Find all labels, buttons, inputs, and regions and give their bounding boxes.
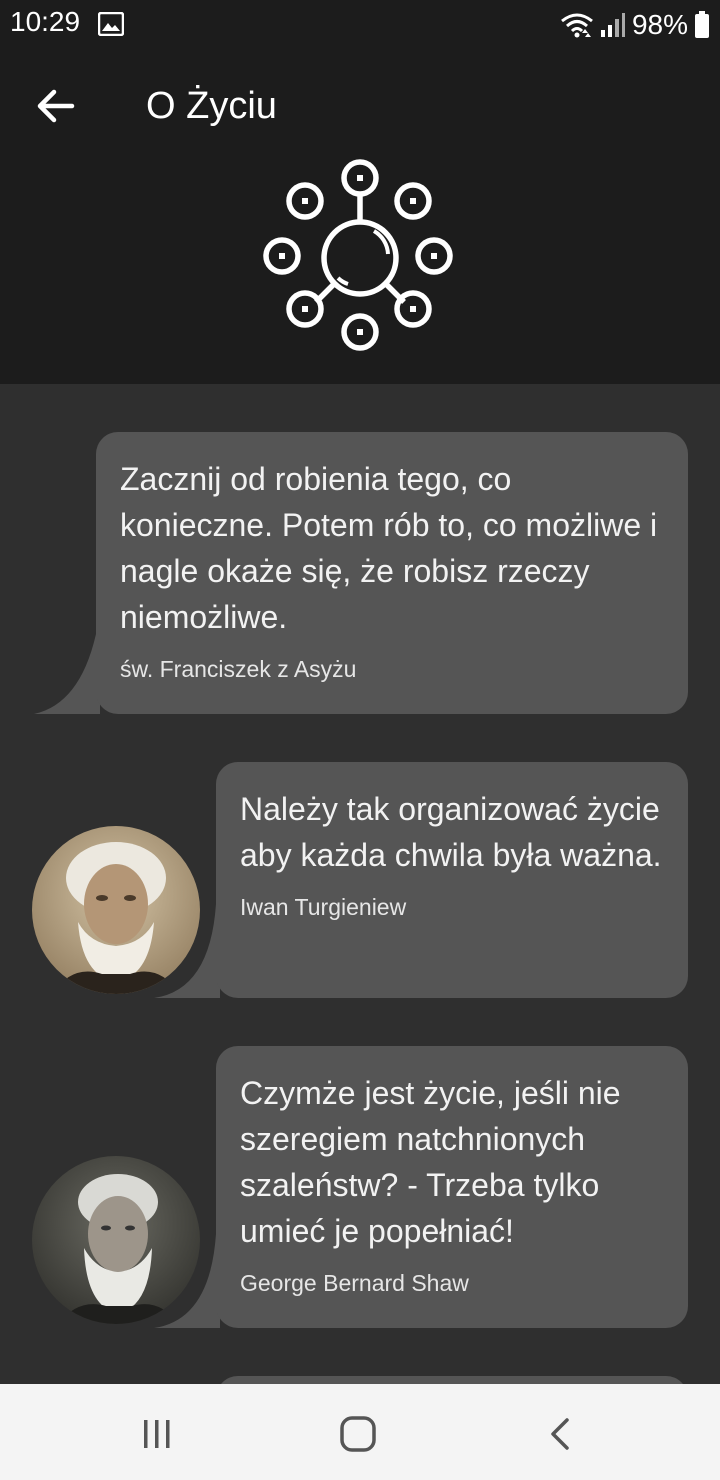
quote-author: George Bernard Shaw: [240, 1270, 469, 1296]
author-avatar: [32, 826, 200, 994]
quote-author: św. Franciszek z Asyżu: [120, 656, 357, 682]
signal-icon: [600, 13, 625, 37]
battery-percent: 98%: [631, 9, 688, 40]
quote-card[interactable]: Czymże jest życie, jeśli nie szeregiem n…: [216, 1046, 688, 1328]
quote-author: Iwan Turgieniew: [240, 894, 407, 920]
recent-apps-icon: [144, 1420, 170, 1448]
app-header: O Życiu: [0, 50, 720, 384]
status-time: 10:29: [10, 6, 81, 37]
battery-icon: [695, 11, 709, 38]
status-right-group: 98%: [560, 6, 710, 44]
back-nav-icon: [551, 1418, 569, 1450]
system-nav-bar: [0, 1384, 720, 1480]
status-bar: 10:29 98%: [0, 0, 720, 50]
portrait-shaw: [32, 1156, 200, 1324]
quote-card-partial[interactable]: [216, 1376, 688, 1384]
quote-text: Zacznij od robienia tego, co konieczne. …: [120, 461, 658, 635]
recent-apps-button[interactable]: [137, 1414, 177, 1454]
image-notification-icon: [98, 12, 124, 36]
arrow-left-icon: [37, 89, 75, 123]
quote-text: Czymże jest życie, jeśli nie szeregiem n…: [240, 1075, 621, 1249]
quote-card[interactable]: Zacznij od robienia tego, co konieczne. …: [96, 432, 688, 714]
author-avatar: [32, 1156, 200, 1324]
quote-text: Należy tak organizować życie aby każda c…: [240, 791, 662, 873]
quote-list[interactable]: Zacznij od robienia tego, co konieczne. …: [0, 384, 720, 1384]
system-back-button[interactable]: [540, 1414, 580, 1454]
back-button[interactable]: [30, 80, 82, 132]
quote-card[interactable]: Należy tak organizować życie aby każda c…: [216, 762, 688, 998]
network-circle-icon: [263, 159, 453, 351]
wifi-icon: [561, 13, 593, 38]
home-button[interactable]: [338, 1414, 378, 1454]
home-icon: [340, 1416, 376, 1452]
page-title: O Życiu: [146, 85, 277, 127]
portrait-turgieniew: [32, 826, 200, 994]
